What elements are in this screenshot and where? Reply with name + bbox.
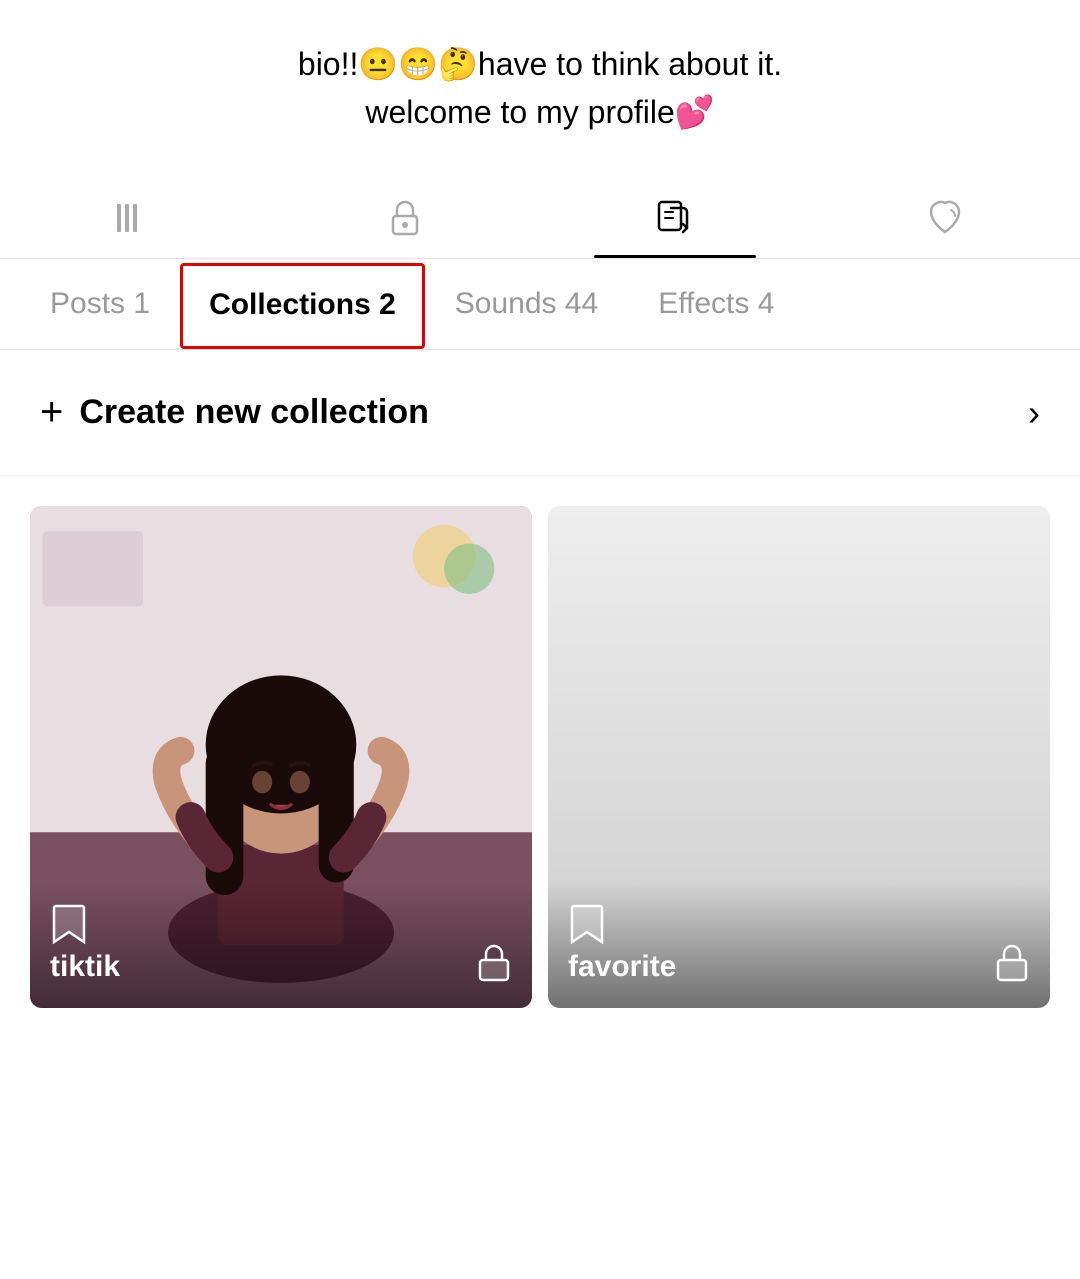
tab-icon-grid[interactable] xyxy=(0,176,270,258)
lock-icon xyxy=(381,194,429,242)
collection-card-overlay-favorite: favorite xyxy=(548,882,1050,1008)
chevron-right-icon: › xyxy=(1028,392,1040,434)
tab-sounds[interactable]: Sounds 44 xyxy=(425,259,628,349)
collection-name-favorite: favorite xyxy=(568,950,676,984)
bio-line2: welcome to my profile💕 xyxy=(60,88,1020,136)
tab-posts[interactable]: Posts 1 xyxy=(20,259,180,349)
icon-tabs xyxy=(0,166,1080,259)
sub-tabs: Posts 1 Collections 2 Sounds 44 Effects … xyxy=(0,259,1080,350)
create-collection-text: Create new collection xyxy=(79,393,429,432)
tab-collections[interactable]: Collections 2 xyxy=(180,263,425,349)
create-collection-label: + Create new collection xyxy=(40,390,429,435)
bookmark-icon xyxy=(568,902,606,946)
lock-icon xyxy=(994,942,1030,984)
collection-card-favorite[interactable]: favorite xyxy=(548,506,1050,1008)
tab-icon-repost[interactable] xyxy=(540,176,810,258)
bio-line1: bio!!😐😁🤔have to think about it. xyxy=(60,40,1020,88)
tab-icon-liked[interactable] xyxy=(810,176,1080,258)
collections-grid: tiktik xyxy=(0,476,1080,1038)
create-collection-button[interactable]: + Create new collection › xyxy=(0,350,1080,476)
collection-card-tiktik[interactable]: tiktik xyxy=(30,506,532,1008)
collection-name-tiktik: tiktik xyxy=(50,950,120,984)
liked-icon xyxy=(921,194,969,242)
plus-icon: + xyxy=(40,390,63,435)
bookmark-icon xyxy=(50,902,88,946)
tab-effects[interactable]: Effects 4 xyxy=(628,259,804,349)
bio-section: bio!!😐😁🤔have to think about it. welcome … xyxy=(0,0,1080,166)
lock-icon xyxy=(476,942,512,984)
tab-icon-private[interactable] xyxy=(270,176,540,258)
collection-card-overlay: tiktik xyxy=(30,882,532,1008)
grid-icon xyxy=(111,194,159,242)
repost-icon xyxy=(651,194,699,242)
